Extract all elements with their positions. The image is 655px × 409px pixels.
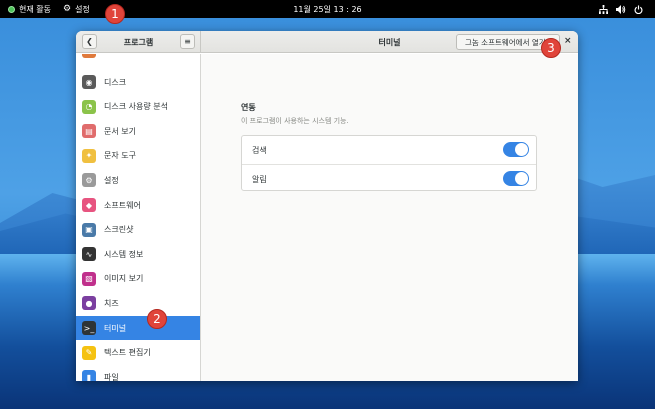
section-title: 연동 — [241, 103, 256, 112]
cheese-icon: ● — [82, 296, 96, 311]
toggle-knob — [515, 143, 528, 156]
sidebar-item-label: 스크린샷 — [104, 225, 134, 235]
sidebar-item[interactable]: ✎ 텍스트 편집기 — [76, 341, 200, 365]
main-panel: 연동 이 프로그램이 사용하는 시스템 기능. 검색 알림 — [201, 54, 578, 381]
hamburger-icon: ≡ — [184, 37, 191, 46]
permission-label: 검색 — [252, 146, 267, 155]
sidebar-item-label: 파일 — [104, 372, 119, 381]
search-toggle[interactable] — [503, 142, 529, 157]
sidebar-item[interactable]: ◆ 소프트웨어 — [76, 193, 200, 217]
software-icon: ◆ — [82, 198, 96, 212]
sidebar-item[interactable]: >_ 터미널 — [76, 316, 200, 340]
characters-icon: ✦ — [82, 148, 96, 163]
sidebar-item[interactable]: ◔ 디스크 사용량 분석 — [76, 95, 200, 119]
power-icon — [634, 4, 643, 14]
sidebar-item[interactable]: ● 치즈 — [76, 291, 200, 315]
top-bar: 현재 활동 ⚙ 설정 11월 25일 13 : 26 — [0, 0, 655, 18]
gear-icon: ⚙ — [62, 4, 72, 14]
permission-row-search[interactable]: 검색 — [242, 136, 536, 164]
sidebar-item-label: 시스템 정보 — [104, 249, 144, 259]
sidebar-item[interactable]: ∿ 시스템 정보 — [76, 242, 200, 266]
disk-icon: ◉ — [82, 75, 96, 89]
app-menu-settings[interactable]: ⚙ 설정 — [57, 0, 96, 18]
toggle-knob — [515, 172, 528, 185]
annotation-marker-1: 1 — [105, 4, 125, 24]
sidebar-item[interactable]: ▮ 파일 — [76, 365, 200, 381]
permissions-list: 검색 알림 — [241, 135, 537, 191]
sidebar-item[interactable]: ◉ 디스크 — [76, 70, 200, 94]
permission-label: 알림 — [252, 175, 267, 184]
sidebar-item-label: 디스크 — [104, 77, 127, 87]
sidebar-item[interactable]: ▣ 스크린샷 — [76, 218, 200, 242]
app-menu-label: 설정 — [75, 4, 90, 14]
sidebar-item-label: 소프트웨어 — [104, 200, 141, 210]
document-viewer-icon: ▤ — [82, 124, 96, 139]
menu-button[interactable]: ≡ — [180, 34, 195, 49]
sidebar: ◉ 디스크 ◔ 디스크 사용량 분석 ▤ 문서 보기 ✦ 문자 도구 ⚙ 설정 ◆ 소프트웨어 ▣ 스크린… — [76, 54, 201, 381]
activities-icon — [8, 5, 15, 13]
clock[interactable]: 11월 25일 13 : 26 — [287, 0, 367, 18]
notifications-toggle[interactable] — [503, 171, 529, 186]
app-icon — [82, 54, 96, 58]
terminal-icon: >_ — [82, 321, 96, 335]
section-description: 이 프로그램이 사용하는 시스템 기능. — [241, 117, 349, 125]
text-editor-icon: ✎ — [82, 345, 96, 360]
disk-usage-icon: ◔ — [82, 99, 96, 114]
settings-window: ❮ 프로그램 ≡ 터미널 그놈 소프트웨어에서 열기 × ◉ 디스크 ◔ 디스크 사용… — [76, 31, 578, 381]
sidebar-item-partial[interactable] — [76, 54, 200, 58]
sidebar-item[interactable]: ⚙ 설정 — [76, 168, 200, 192]
sidebar-item-label: 문서 보기 — [104, 126, 136, 136]
annotation-marker-3: 3 — [541, 38, 561, 58]
sidebar-item-label: 터미널 — [104, 323, 127, 333]
activities-button[interactable]: 현재 활동 — [2, 0, 57, 18]
annotation-marker-2: 2 — [147, 309, 167, 329]
permission-row-notifications[interactable]: 알림 — [242, 164, 536, 192]
sidebar-item-label: 치즈 — [104, 298, 119, 308]
volume-icon — [616, 4, 626, 14]
header-bar: ❮ 프로그램 ≡ 터미널 그놈 소프트웨어에서 열기 × — [76, 31, 578, 53]
activities-label: 현재 활동 — [19, 4, 51, 14]
sidebar-item-label: 설정 — [104, 175, 119, 185]
sidebar-item-label: 디스크 사용량 분석 — [104, 102, 168, 112]
sidebar-item[interactable]: ✦ 문자 도구 — [76, 144, 200, 168]
system-status-menu[interactable] — [593, 0, 649, 18]
sidebar-item-label: 문자 도구 — [104, 151, 136, 161]
sidebar-item[interactable]: ▤ 문서 보기 — [76, 119, 200, 143]
sidebar-item-label: 이미지 보기 — [104, 274, 144, 284]
image-viewer-icon: ▧ — [82, 271, 96, 286]
clock-label: 11월 25일 13 : 26 — [293, 4, 362, 14]
sidebar-item-label: 텍스트 편집기 — [104, 348, 151, 358]
files-icon: ▮ — [82, 370, 96, 381]
header-bar-left: ❮ 프로그램 ≡ — [76, 31, 201, 53]
close-icon[interactable]: × — [564, 36, 572, 46]
sidebar-item[interactable]: ▧ 이미지 보기 — [76, 267, 200, 291]
settings-icon: ⚙ — [82, 173, 96, 188]
system-monitor-icon: ∿ — [82, 247, 96, 262]
network-icon — [599, 4, 608, 14]
screenshot-icon: ▣ — [82, 222, 96, 237]
